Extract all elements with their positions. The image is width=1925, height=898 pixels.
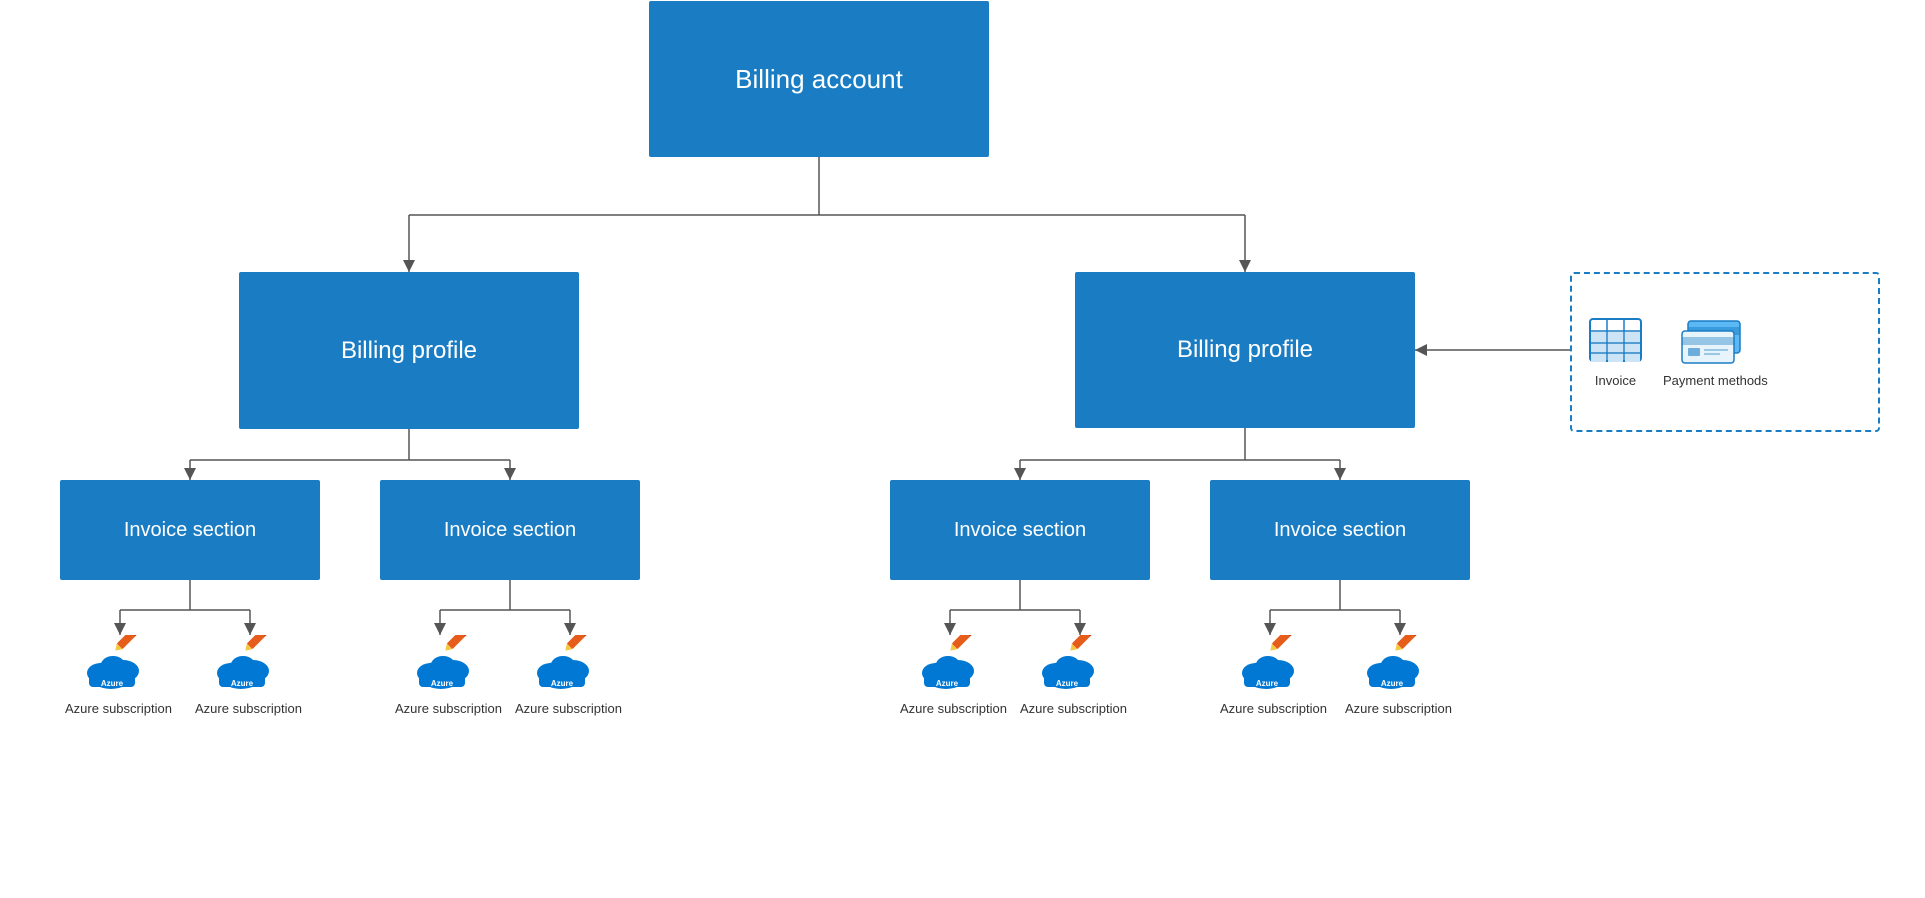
- callout-payment: Payment methods: [1663, 317, 1768, 388]
- azure-node-2: Azure Azure subscription: [195, 635, 302, 716]
- billing-profile-left-box: Billing profile: [239, 272, 579, 429]
- azure-label-5: Azure subscription: [900, 701, 1007, 716]
- azure-label-4: Azure subscription: [515, 701, 622, 716]
- invoice-section-1-box: Invoice section: [60, 480, 320, 580]
- payment-methods-icon: [1680, 317, 1750, 367]
- azure-subscription-icon-4: Azure: [533, 635, 603, 695]
- azure-subscription-icon-7: Azure: [1238, 635, 1308, 695]
- svg-text:Azure: Azure: [1256, 679, 1279, 688]
- azure-label-2: Azure subscription: [195, 701, 302, 716]
- azure-node-8: Azure Azure subscription: [1345, 635, 1452, 716]
- callout-payment-label: Payment methods: [1663, 373, 1768, 388]
- azure-node-4: Azure Azure subscription: [515, 635, 622, 716]
- azure-label-7: Azure subscription: [1220, 701, 1327, 716]
- azure-subscription-icon-8: Azure: [1363, 635, 1433, 695]
- svg-text:Azure: Azure: [1056, 679, 1079, 688]
- azure-subscription-icon-2: Azure: [213, 635, 283, 695]
- azure-node-7: Azure Azure subscription: [1220, 635, 1327, 716]
- svg-text:Azure: Azure: [1381, 679, 1404, 688]
- callout-box: Invoice Payment methods: [1570, 272, 1880, 432]
- azure-subscription-icon-5: Azure: [918, 635, 988, 695]
- azure-subscription-icon-6: Azure: [1038, 635, 1108, 695]
- diagram-container: Billing account Billing profile Billing …: [0, 0, 1925, 898]
- svg-text:Azure: Azure: [101, 679, 124, 688]
- azure-label-3: Azure subscription: [395, 701, 502, 716]
- azure-subscription-icon-1: Azure: [83, 635, 153, 695]
- azure-node-3: Azure Azure subscription: [395, 635, 502, 716]
- invoice-section-2-box: Invoice section: [380, 480, 640, 580]
- azure-node-1: Azure Azure subscription: [65, 635, 172, 716]
- invoice-section-4-box: Invoice section: [1210, 480, 1470, 580]
- invoice-section-3-box: Invoice section: [890, 480, 1150, 580]
- callout-invoice: Invoice: [1588, 317, 1643, 388]
- svg-text:Azure: Azure: [551, 679, 574, 688]
- azure-node-5: Azure Azure subscription: [900, 635, 1007, 716]
- azure-label-8: Azure subscription: [1345, 701, 1452, 716]
- azure-label-1: Azure subscription: [65, 701, 172, 716]
- invoice-icon: [1588, 317, 1643, 367]
- billing-account-box: Billing account: [649, 1, 989, 157]
- azure-subscription-icon-3: Azure: [413, 635, 483, 695]
- billing-profile-right-box: Billing profile: [1075, 272, 1415, 428]
- svg-text:Azure: Azure: [936, 679, 959, 688]
- azure-node-6: Azure Azure subscription: [1020, 635, 1127, 716]
- callout-invoice-label: Invoice: [1595, 373, 1636, 388]
- svg-text:Azure: Azure: [431, 679, 454, 688]
- svg-text:Azure: Azure: [231, 679, 254, 688]
- azure-label-6: Azure subscription: [1020, 701, 1127, 716]
